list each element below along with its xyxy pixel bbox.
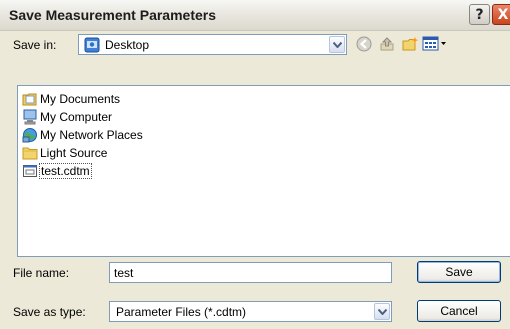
- list-item[interactable]: My Documents: [22, 90, 120, 108]
- view-menu-icon: [422, 36, 446, 51]
- chevron-down-icon[interactable]: [374, 303, 390, 320]
- up-folder-icon: [380, 37, 394, 51]
- list-item-label: Light Source: [40, 146, 108, 160]
- file-list[interactable]: My Documents My Computer My Network Plac…: [17, 85, 510, 257]
- network-places-icon: [22, 127, 38, 143]
- list-item[interactable]: test.cdtm: [22, 162, 92, 180]
- my-computer-icon: [22, 109, 38, 125]
- folder-icon: [22, 145, 38, 161]
- new-folder-icon: [402, 37, 419, 51]
- save-dialog: Save Measurement Parameters ? X Save in:…: [0, 0, 510, 329]
- back-arrow-icon: [356, 36, 372, 52]
- close-button[interactable]: X: [492, 4, 510, 25]
- file-name-label: File name:: [13, 266, 70, 280]
- list-item[interactable]: Light Source: [22, 144, 107, 162]
- my-documents-icon: [22, 91, 38, 107]
- file-name-field[interactable]: test: [109, 262, 392, 283]
- file-icon: [22, 163, 38, 179]
- save-in-value: Desktop: [105, 38, 150, 52]
- cancel-button[interactable]: Cancel: [417, 300, 501, 322]
- list-item-label: test.cdtm: [39, 163, 92, 179]
- new-folder-button[interactable]: [400, 33, 422, 55]
- dialog-title: Save Measurement Parameters: [9, 7, 217, 23]
- list-item[interactable]: My Computer: [22, 108, 112, 126]
- save-button[interactable]: Save: [417, 261, 501, 283]
- save-in-dropdown[interactable]: Desktop: [78, 34, 347, 55]
- save-as-type-label: Save as type:: [13, 305, 86, 319]
- list-item-label: My Computer: [40, 110, 113, 124]
- save-as-type-dropdown[interactable]: Parameter Files (*.cdtm): [109, 301, 392, 322]
- list-item-label: My Network Places: [40, 128, 143, 142]
- help-button[interactable]: ?: [469, 4, 490, 25]
- file-name-value: test: [114, 266, 134, 280]
- view-menu-button[interactable]: [421, 33, 449, 55]
- list-item-label: My Documents: [40, 92, 121, 106]
- desktop-icon: [84, 37, 100, 56]
- title-bar[interactable]: Save Measurement Parameters ? X: [0, 0, 510, 31]
- save-as-type-value: Parameter Files (*.cdtm): [116, 305, 247, 319]
- up-folder-button[interactable]: [376, 33, 398, 55]
- back-button[interactable]: [353, 33, 375, 55]
- chevron-down-icon[interactable]: [329, 36, 345, 53]
- save-in-label: Save in:: [13, 38, 57, 52]
- list-item[interactable]: My Network Places: [22, 126, 143, 144]
